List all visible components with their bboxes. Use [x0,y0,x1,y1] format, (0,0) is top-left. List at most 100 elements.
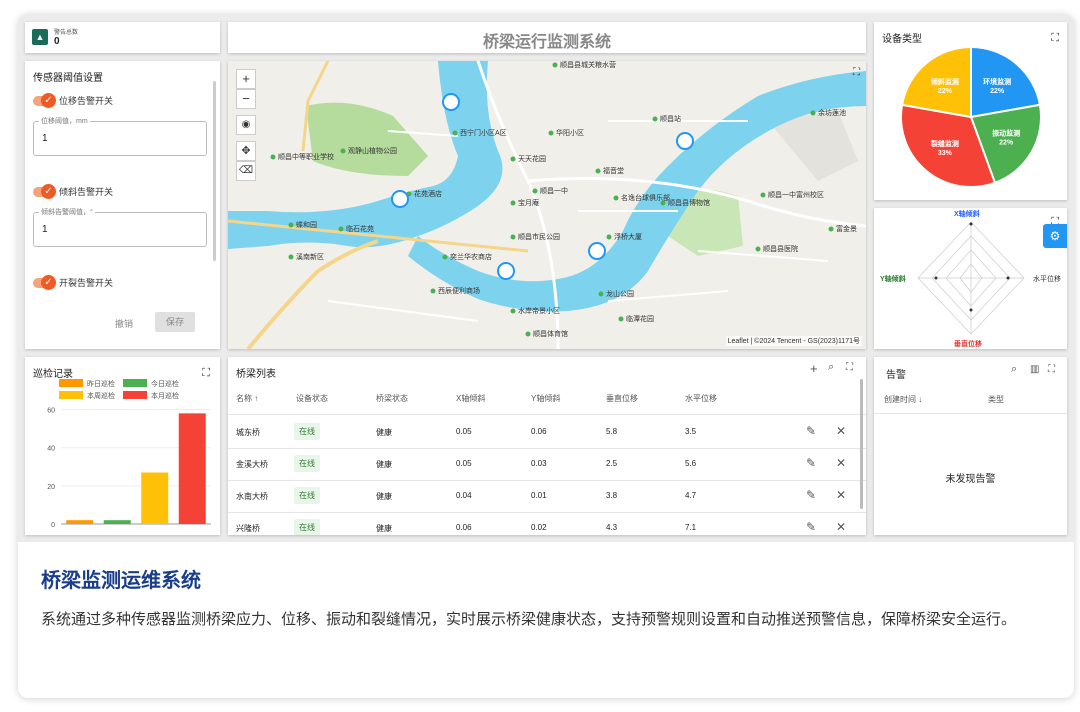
poi-marker [618,316,624,322]
poi-marker [288,222,294,228]
poi-marker [510,308,516,314]
description-text: 系统通过多种传感器监测桥梁应力、位移、振动和裂缝情况，实时展示桥梁健康状态，支持… [41,611,1017,628]
map-label: 顺昌站 [660,114,681,123]
poi-marker [595,168,601,174]
poi-marker [828,226,834,232]
delete-icon[interactable]: ✕ [836,456,846,470]
cancel-button[interactable]: 撤销 [107,317,141,330]
pie-label: 倾斜监测 [930,77,959,86]
map-label: 顺昌一中富州校区 [768,190,824,199]
field-value: 1 [42,224,48,235]
eraser-icon[interactable]: ⌫ [236,161,256,181]
bridge-col-header[interactable]: 名称 ↑ [236,393,258,404]
map-label: 顺昌县博物馆 [668,198,710,207]
settings-icon[interactable]: ⚙ [1043,224,1067,248]
table-cell: 健康 [376,524,392,533]
fullscreen-icon[interactable]: ⛶ [846,362,853,373]
edit-icon[interactable]: ✎ [806,456,816,470]
map-view[interactable]: 顺昌县城关粮水营西宁门小区A区 华阳小区天天花园福音堂顺昌一中宝月庵名逸台球俱乐部… [228,61,866,349]
pie-label: 裂缝监测 [930,139,959,148]
bridge-col-header[interactable]: X轴倾斜 [456,393,485,404]
tilt-threshold-field[interactable]: 倾斜告警阈值，° 1 [33,207,207,247]
legend-label: 昨日巡检 [87,379,115,388]
map-label: 余坊莲池 [818,108,846,117]
columns-icon[interactable]: ▥ [1030,364,1039,375]
map-label: 顺昌县医院 [763,244,798,253]
poi-marker [270,154,276,160]
scrollbar[interactable] [213,81,216,261]
alerts-col-type[interactable]: 类型 [988,394,1004,405]
map-label: 水岸帝景小区 [518,306,560,315]
search-icon[interactable]: ⌕ [1011,363,1017,376]
table-cell: 0.02 [531,523,547,532]
legend-swatch [59,391,83,399]
radar-label-top: X轴倾斜 [954,211,980,218]
showcase-card: ▲ 警告总数 0 桥梁运行监测系统 设备类型 ⛶ 环境监测 22% 振动监测 22% 裂… [18,14,1074,698]
map-label: 临石花苑 [346,224,374,233]
zoom-out-button[interactable]: − [236,89,256,109]
poi-marker [652,116,658,122]
table-cell: 0.04 [456,491,472,500]
edit-icon[interactable]: ✎ [806,520,816,534]
fullscreen-icon[interactable]: ⛶ [1048,364,1055,375]
check-icon: ✓ [41,93,56,108]
table-cell: 3.5 [685,427,697,436]
table-cell: 水南大桥 [236,492,268,501]
check-icon: ✓ [41,275,56,290]
table-cell: 城东桥 [236,428,260,437]
bridge-col-header[interactable]: 桥梁状态 [376,393,408,404]
description-title: 桥梁监测运维系统 [41,570,201,592]
table-cell: 健康 [376,428,392,437]
map-panel: 顺昌县城关粮水营 西宁门小区A区 华阳小区 天天花园 福音堂 顺昌一中 宝月庵 名逸台球俱乐部… [228,61,866,349]
bridge-col-header[interactable]: 设备状态 [296,393,328,404]
map-label: 龙山公园 [606,289,634,298]
save-button[interactable]: 保存 [155,312,195,332]
header-panel: 桥梁运行监测系统 [228,22,866,53]
crack-toggle[interactable]: ✓ [33,275,56,290]
y-tick-label: 40 [47,446,55,453]
table-cell: 4.3 [606,523,618,532]
map-label: 溪南新区 [296,252,324,261]
move-icon[interactable]: ✥ [236,141,256,161]
delete-icon[interactable]: ✕ [836,424,846,438]
table-cell: 健康 [376,492,392,501]
pie-percent: 33% [938,150,953,157]
status-badge: 在线 [294,423,320,440]
displacement-threshold-field[interactable]: 位移阈值，mm 1 [33,116,207,156]
zoom-in-button[interactable]: + [236,69,256,89]
search-icon[interactable]: ⌕ [828,361,834,374]
scrollbar[interactable] [860,379,863,509]
edit-icon[interactable]: ✎ [806,424,816,438]
map-label: 顺昌一中 [540,186,568,195]
bridge-col-header[interactable]: 水平位移 [685,393,717,404]
displacement-toggle[interactable]: ✓ [33,93,56,108]
bar [103,520,131,524]
table-cell: 兴隆桥 [236,524,260,533]
poi-marker [598,291,604,297]
map-label: 浮桥大厦 [614,232,642,241]
field-label: 倾斜告警阈值，° [39,207,95,217]
poi-marker [288,254,294,260]
poi-marker [442,254,448,260]
edit-icon[interactable]: ✎ [806,488,816,502]
bridge-col-header[interactable]: Y轴倾斜 [531,393,560,404]
device-type-panel: 设备类型 ⛶ 环境监测 22% 振动监测 22% 裂缝监测 33% 倾斜监测 22% [874,22,1067,200]
map-label: 西宁门小区A区 [460,128,507,137]
delete-icon[interactable]: ✕ [836,520,846,534]
table-cell: 5.8 [606,427,618,436]
alarm-count: 0 [54,36,60,47]
tilt-toggle[interactable]: ✓ [33,184,56,199]
tilt-toggle-label: 倾斜告警开关 [59,187,114,197]
table-cell: 健康 [376,460,392,469]
fullscreen-icon[interactable]: ⛶ [853,67,860,78]
alerts-col-time[interactable]: 创建时间 ↓ [884,394,922,405]
map-label: 天天花园 [518,154,546,163]
poi-marker [510,156,516,162]
delete-icon[interactable]: ✕ [836,488,846,502]
bridge-col-header[interactable]: 垂直位移 [606,393,638,404]
add-icon[interactable]: + [810,361,818,376]
table-cell: 0.06 [531,427,547,436]
map-label: 顺昌体育馆 [533,329,568,338]
poi-marker [613,195,619,201]
location-icon[interactable]: ◉ [236,115,256,135]
